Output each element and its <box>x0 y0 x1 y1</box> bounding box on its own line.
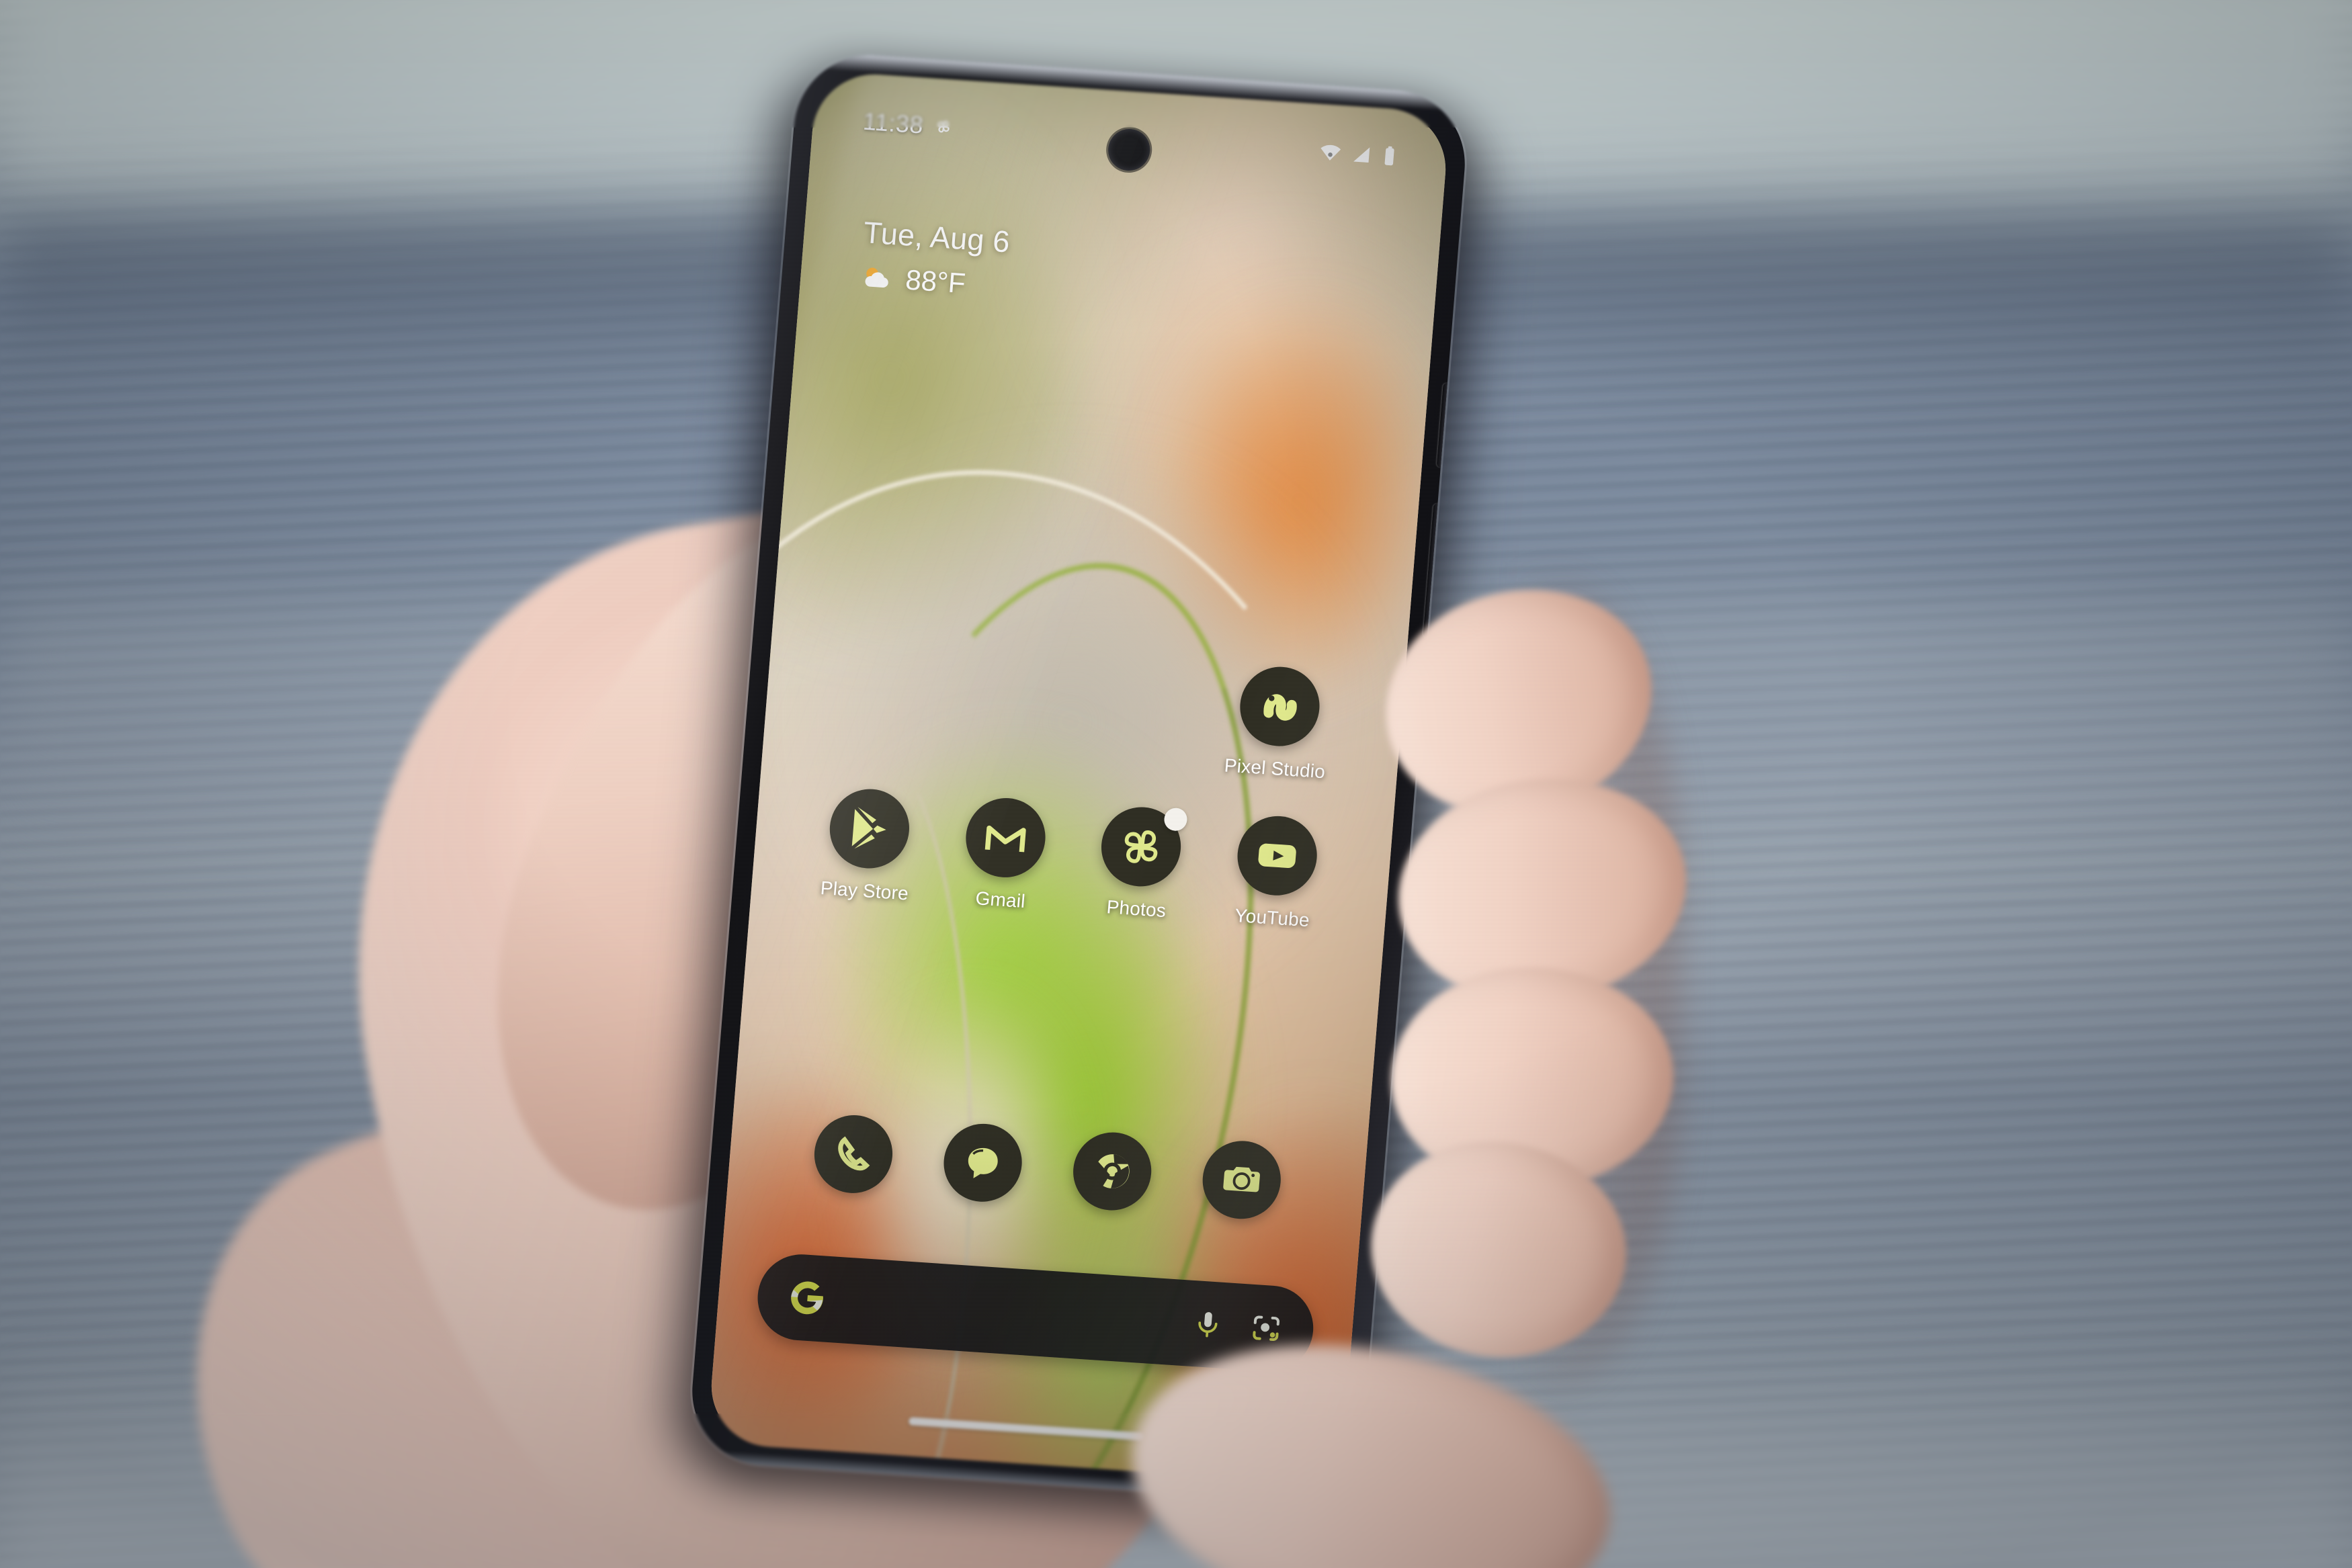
photo-scene: 11:38 <box>0 0 2352 1568</box>
photo-vignette <box>0 0 2352 1568</box>
